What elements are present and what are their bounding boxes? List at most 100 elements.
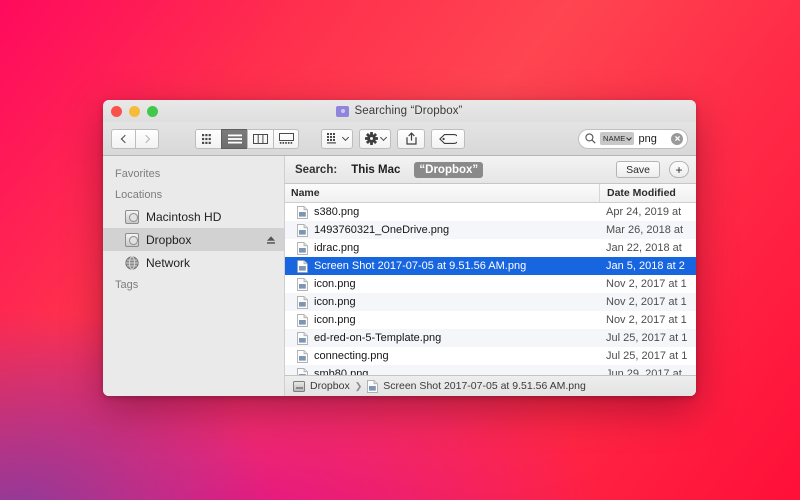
table-row[interactable]: smb80.png Jun 29, 2017 at [285, 365, 696, 375]
column-view-button[interactable] [247, 129, 273, 149]
save-search-button[interactable]: Save [616, 161, 660, 178]
search-token-label: NAME [603, 134, 625, 143]
list-view-button[interactable] [221, 129, 247, 149]
action-menu-button[interactable] [359, 129, 391, 149]
file-list[interactable]: s380.pngApr 24, 2019 at1493760321_OneDri… [285, 203, 696, 375]
table-row[interactable]: icon.pngNov 2, 2017 at 1 [285, 311, 696, 329]
gallery-view-button[interactable] [273, 129, 299, 149]
sidebar-item-label: Macintosh HD [146, 210, 276, 224]
column-header-name[interactable]: Name [285, 187, 599, 199]
chevron-left-icon [120, 134, 128, 142]
purple-folder-icon [336, 106, 349, 117]
sidebar-header-tags: Tags [103, 274, 284, 295]
search-icon [585, 133, 596, 144]
navigation-buttons [111, 129, 159, 149]
file-date: Nov 2, 2017 at 1 [599, 296, 696, 308]
desktop-background: Searching “Dropbox” [0, 0, 800, 500]
file-name: idrac.png [314, 242, 359, 254]
file-name-cell: s380.png [285, 206, 599, 219]
sidebar-item-label: Dropbox [146, 233, 259, 247]
clear-search-button[interactable] [671, 133, 683, 145]
file-name: Screen Shot 2017-07-05 at 9.51.56 AM.png [314, 260, 526, 272]
arrange-by-button[interactable] [321, 129, 353, 149]
disk-icon [125, 210, 139, 224]
sidebar-header-locations: Locations [103, 184, 284, 205]
file-name-cell: Screen Shot 2017-07-05 at 9.51.56 AM.png [285, 260, 599, 273]
sidebar-item-network[interactable]: Network [103, 251, 284, 274]
table-row[interactable]: icon.png Nov 2, 2017 at 1 [285, 293, 696, 311]
chevron-down-icon [342, 134, 349, 141]
table-row[interactable]: idrac.png Jan 22, 2018 at [285, 239, 696, 257]
back-button[interactable] [111, 129, 135, 149]
window-body: Favorites Locations Macintosh HD Dropbox [103, 156, 696, 396]
path-item-file[interactable]: Screen Shot 2017-07-05 at 9.51.56 AM.png [383, 380, 586, 392]
view-mode-buttons [195, 129, 299, 149]
finder-window: Searching “Dropbox” [103, 100, 696, 396]
search-input[interactable]: png [638, 133, 667, 145]
disk-icon [293, 381, 305, 392]
path-bar: Dropbox ❯ Screen Shot 2017-07-05 at 9.51… [285, 375, 696, 396]
file-date: Apr 24, 2019 at [599, 206, 696, 218]
add-search-criteria-button[interactable]: + [669, 161, 689, 178]
table-row[interactable]: s380.png Apr 24, 2019 at [285, 203, 696, 221]
chevron-down-icon [380, 134, 387, 141]
scope-option-this-mac[interactable]: This Mac [346, 162, 405, 178]
share-icon [406, 132, 417, 145]
file-name: icon.png [314, 314, 356, 326]
window-titlebar[interactable]: Searching “Dropbox” [103, 100, 696, 122]
file-name: icon.png [314, 296, 356, 308]
path-item-dropbox[interactable]: Dropbox [310, 380, 350, 392]
file-date: Jul 25, 2017 at 1 [599, 332, 696, 344]
sidebar-header-favorites: Favorites [103, 163, 284, 184]
column-header-date-modified[interactable]: Date Modified [599, 184, 696, 202]
png-file-icon [297, 314, 308, 327]
table-row[interactable]: icon.pngNov 2, 2017 at 1 [285, 275, 696, 293]
edit-tags-button[interactable] [431, 129, 465, 149]
forward-button[interactable] [135, 129, 159, 149]
sidebar-item-label: Network [146, 256, 276, 270]
chevron-down-icon [627, 135, 633, 141]
file-name: smb80.png [314, 368, 368, 375]
main-panel: Search: This Mac “Dropbox” Save + Name D… [285, 156, 696, 396]
file-name-cell: icon.png [285, 296, 599, 309]
file-date: Jan 5, 2018 at 2 [599, 260, 696, 272]
close-icon [674, 135, 681, 142]
file-name-cell: icon.png [285, 314, 599, 327]
table-row[interactable]: ed-red-on-5-Template.pngJul 25, 2017 at … [285, 329, 696, 347]
arrange-icon [327, 133, 340, 144]
png-file-icon [297, 332, 308, 345]
table-row[interactable]: 1493760321_OneDrive.pngMar 26, 2018 at [285, 221, 696, 239]
png-file-icon [297, 278, 308, 291]
share-button[interactable] [397, 129, 425, 149]
column-view-icon [253, 134, 268, 144]
search-scope-bar: Search: This Mac “Dropbox” Save + [285, 156, 696, 184]
search-attribute-token[interactable]: NAME [600, 132, 634, 145]
disk-icon [125, 233, 139, 247]
eject-icon[interactable] [266, 235, 276, 245]
chevron-right-icon [142, 134, 150, 142]
file-date: Mar 26, 2018 at [599, 224, 696, 236]
list-view-icon [228, 134, 242, 144]
icon-view-icon [202, 134, 215, 144]
sidebar-item-dropbox[interactable]: Dropbox [103, 228, 284, 251]
file-name: s380.png [314, 206, 359, 218]
png-file-icon [297, 296, 308, 309]
file-name-cell: 1493760321_OneDrive.png [285, 224, 599, 237]
sidebar-item-macintosh-hd[interactable]: Macintosh HD [103, 205, 284, 228]
file-name-cell: icon.png [285, 278, 599, 291]
file-name-cell: connecting.png [285, 350, 599, 363]
gear-icon [365, 132, 378, 145]
icon-view-button[interactable] [195, 129, 221, 149]
table-row[interactable]: Screen Shot 2017-07-05 at 9.51.56 AM.png… [285, 257, 696, 275]
table-row[interactable]: connecting.pngJul 25, 2017 at 1 [285, 347, 696, 365]
file-date: Jul 25, 2017 at 1 [599, 350, 696, 362]
file-name-cell: idrac.png [285, 242, 599, 255]
file-date: Jan 22, 2018 at [599, 242, 696, 254]
sidebar: Favorites Locations Macintosh HD Dropbox [103, 156, 285, 396]
file-date: Jun 29, 2017 at [599, 368, 696, 375]
png-file-icon [297, 206, 308, 219]
window-title-group: Searching “Dropbox” [103, 100, 696, 122]
search-field[interactable]: NAME png [578, 129, 688, 149]
globe-icon [125, 256, 139, 270]
scope-option-dropbox[interactable]: “Dropbox” [414, 162, 483, 178]
